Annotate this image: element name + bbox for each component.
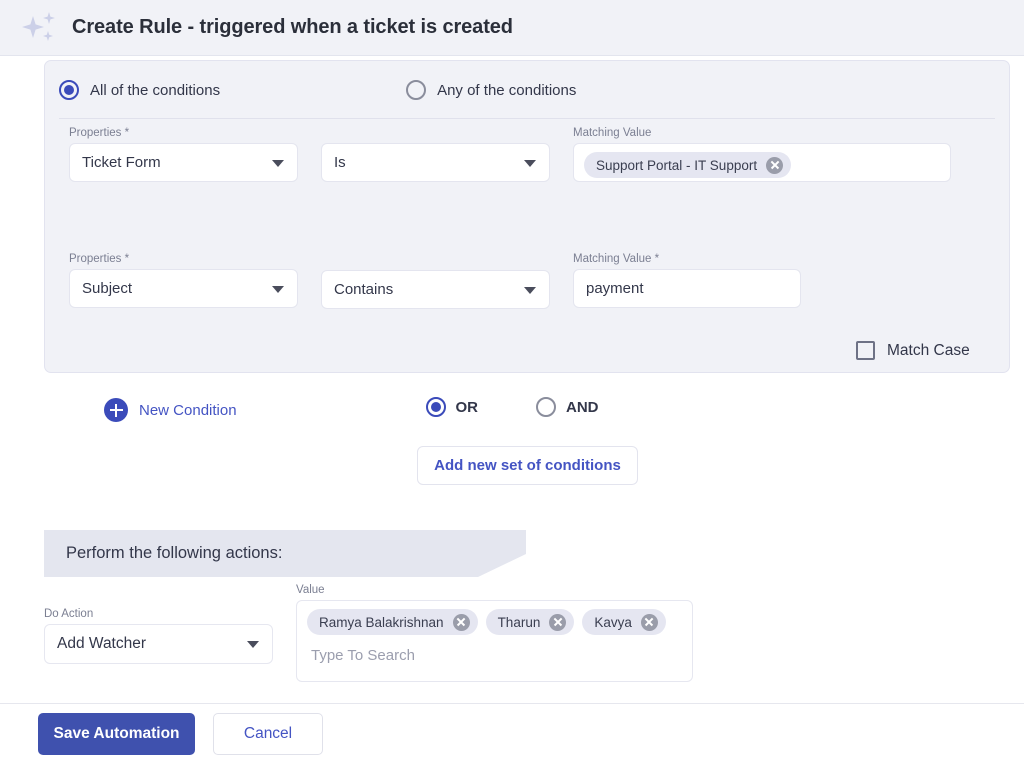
condition-1-property-select[interactable]: Ticket Form: [69, 143, 298, 182]
match-case-checkbox-group[interactable]: Match Case: [856, 341, 970, 360]
chevron-down-icon: [524, 160, 536, 167]
radio-any-conditions-indicator: [406, 80, 426, 100]
condition-2-property-group: Properties * Subject: [69, 253, 298, 308]
page-title: Create Rule - triggered when a ticket is…: [72, 16, 513, 39]
radio-join-or-indicator: [426, 397, 446, 417]
radio-join-or-label: OR: [456, 399, 479, 416]
condition-1-value-group: Matching Value Support Portal - IT Suppo…: [573, 127, 951, 182]
radio-join-and-label: AND: [566, 399, 599, 416]
condition-1-property-value: Ticket Form: [82, 154, 161, 171]
save-automation-button[interactable]: Save Automation: [38, 713, 195, 755]
condition-1-property-group: Properties * Ticket Form: [69, 127, 298, 182]
radio-any-conditions[interactable]: Any of the conditions: [406, 80, 576, 100]
condition-2-value-text: payment: [586, 280, 644, 297]
actions-banner-title: Perform the following actions:: [66, 544, 282, 563]
do-action-select[interactable]: Add Watcher: [44, 624, 273, 664]
radio-all-conditions-label: All of the conditions: [90, 82, 220, 99]
radio-join-and[interactable]: AND: [536, 397, 599, 417]
condition-2-property-value: Subject: [82, 280, 132, 297]
condition-1-operator-value: Is: [334, 154, 346, 171]
create-rule-dialog: Create Rule - triggered when a ticket is…: [0, 0, 1024, 763]
match-case-label: Match Case: [887, 342, 970, 360]
radio-all-conditions-indicator: [59, 80, 79, 100]
match-type-row: All of the conditions Any of the conditi…: [45, 61, 1009, 119]
chip-remove-icon[interactable]: [641, 614, 658, 631]
condition-1-value-label: Matching Value: [573, 127, 951, 139]
sparkle-icon: [18, 7, 60, 49]
chevron-down-icon: [272, 160, 284, 167]
chevron-down-icon: [247, 641, 259, 648]
condition-2-property-label: Properties *: [69, 253, 298, 265]
action-value-chipbox[interactable]: Ramya Balakrishnan Tharun Kavya Type To …: [296, 600, 693, 682]
match-case-checkbox[interactable]: [856, 341, 875, 360]
chip-remove-icon[interactable]: [453, 614, 470, 631]
chip-label: Tharun: [498, 615, 541, 630]
condition-1-value-chipbox[interactable]: Support Portal - IT Support: [573, 143, 951, 182]
chip: Ramya Balakrishnan: [307, 609, 478, 635]
actions-banner: Perform the following actions:: [44, 530, 526, 577]
do-action-group: Do Action Add Watcher: [44, 608, 273, 664]
chip: Tharun: [486, 609, 575, 635]
condition-2-value-input[interactable]: payment: [573, 269, 801, 308]
chevron-down-icon: [272, 286, 284, 293]
condition-1-property-label: Properties *: [69, 127, 298, 139]
chevron-down-icon: [524, 287, 536, 294]
condition-1-operator-group: Is: [321, 143, 550, 182]
condition-2-operator-group: Contains: [321, 270, 550, 309]
dialog-footer: Save Automation Cancel: [0, 703, 1024, 763]
add-new-condition-set-button[interactable]: Add new set of conditions: [417, 446, 638, 485]
do-action-label: Do Action: [44, 608, 273, 620]
chip-remove-icon[interactable]: [549, 614, 566, 631]
chip-remove-icon[interactable]: [766, 157, 783, 174]
action-value-search-placeholder[interactable]: Type To Search: [307, 643, 415, 669]
condition-2-value-label: Matching Value *: [573, 253, 801, 265]
radio-all-conditions[interactable]: All of the conditions: [59, 80, 220, 100]
condition-2-property-select[interactable]: Subject: [69, 269, 298, 308]
radio-any-conditions-label: Any of the conditions: [437, 82, 576, 99]
dialog-header: Create Rule - triggered when a ticket is…: [0, 0, 1024, 56]
cancel-button[interactable]: Cancel: [213, 713, 323, 755]
condition-2-operator-value: Contains: [334, 281, 393, 298]
condition-set-join-row: OR AND: [0, 397, 1024, 417]
chip: Support Portal - IT Support: [584, 152, 791, 178]
condition-2-value-group: Matching Value * payment: [573, 253, 801, 308]
action-value-group: Value Ramya Balakrishnan Tharun Kavya Ty…: [296, 584, 693, 682]
action-value-label: Value: [296, 584, 693, 596]
chip-label: Kavya: [594, 615, 632, 630]
chip: Kavya: [582, 609, 666, 635]
radio-join-or[interactable]: OR: [426, 397, 479, 417]
conditions-panel: All of the conditions Any of the conditi…: [44, 60, 1010, 373]
chip-label: Support Portal - IT Support: [596, 158, 757, 173]
condition-2-operator-select[interactable]: Contains: [321, 270, 550, 309]
radio-join-and-indicator: [536, 397, 556, 417]
condition-1-operator-select[interactable]: Is: [321, 143, 550, 182]
chip-label: Ramya Balakrishnan: [319, 615, 444, 630]
do-action-value: Add Watcher: [57, 635, 146, 653]
